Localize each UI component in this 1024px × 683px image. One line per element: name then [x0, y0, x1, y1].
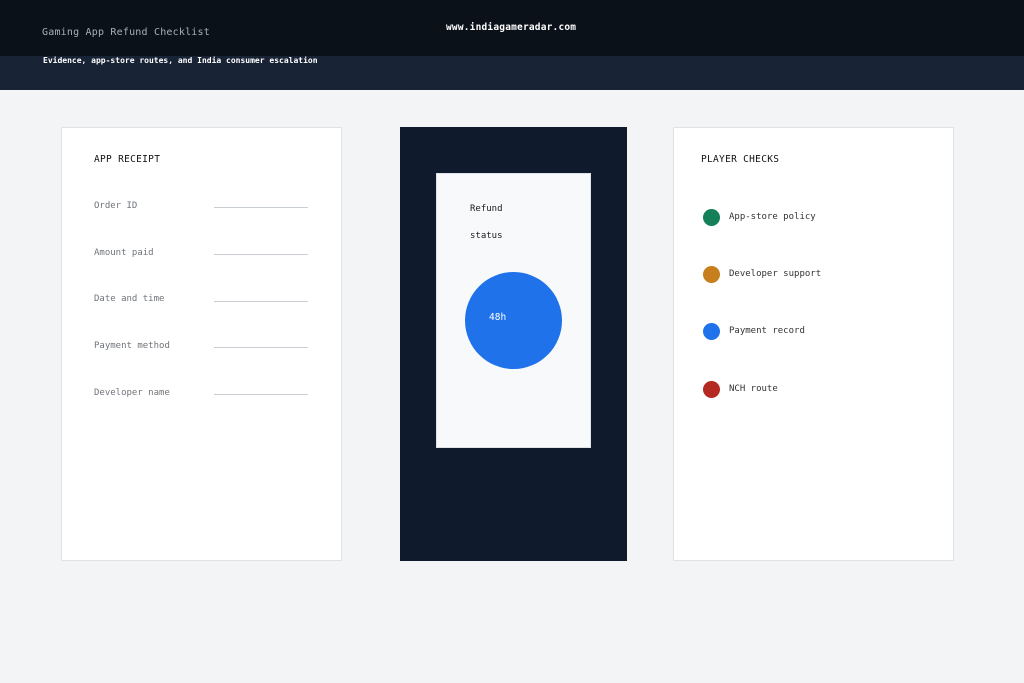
app-store-policy-label: App-store policy	[729, 212, 816, 222]
payment-record-label: Payment record	[729, 326, 805, 336]
payment-method-field-line[interactable]	[214, 347, 308, 348]
amount-paid-field-line[interactable]	[214, 254, 308, 255]
refund-status-label-line1: Refund	[470, 204, 503, 214]
player-checks-heading: PLAYER CHECKS	[701, 154, 780, 165]
refund-timer-value: 48h	[489, 312, 507, 323]
developer-support-status-dot	[703, 266, 720, 283]
page-subtitle: Evidence, app-store routes, and India co…	[43, 56, 318, 65]
phone-screen: Refund status 48h	[436, 173, 591, 448]
refund-status-label-line2: status	[470, 231, 503, 241]
app-store-policy-status-dot	[703, 209, 720, 226]
app-receipt-heading: APP RECEIPT	[94, 154, 161, 165]
refund-timer-circle: 48h	[465, 272, 562, 369]
player-checks-card: PLAYER CHECKS App-store policy Developer…	[673, 127, 954, 561]
nch-route-status-dot	[703, 381, 720, 398]
app-receipt-card: APP RECEIPT Order ID Amount paid Date an…	[61, 127, 342, 561]
phone-mockup: Refund status 48h	[400, 127, 627, 561]
order-id-field-line[interactable]	[214, 207, 308, 208]
nch-route-label: NCH route	[729, 384, 778, 394]
payment-method-label: Payment method	[94, 341, 170, 351]
date-time-label: Date and time	[94, 294, 165, 304]
site-url-link[interactable]: www.indiagameradar.com	[446, 22, 576, 33]
payment-record-status-dot	[703, 323, 720, 340]
developer-name-field-line[interactable]	[214, 394, 308, 395]
date-time-field-line[interactable]	[214, 301, 308, 302]
order-id-label: Order ID	[94, 201, 138, 211]
page-title: Gaming App Refund Checklist	[42, 27, 210, 38]
developer-support-label: Developer support	[729, 269, 822, 279]
developer-name-label: Developer name	[94, 388, 170, 398]
amount-paid-label: Amount paid	[94, 248, 154, 258]
